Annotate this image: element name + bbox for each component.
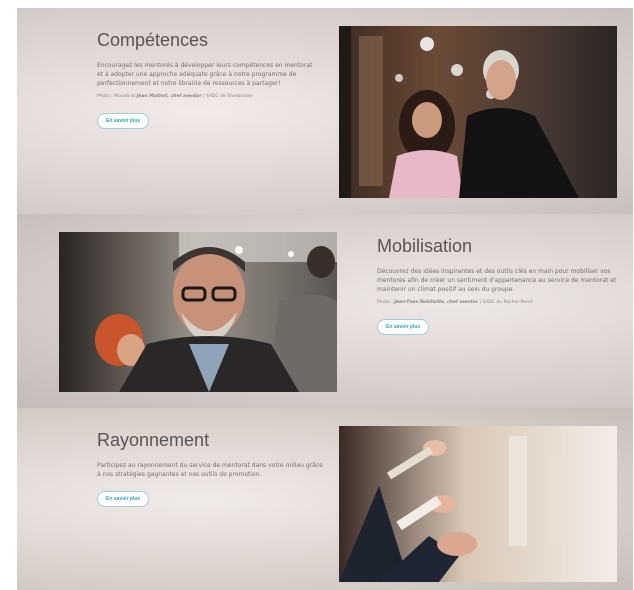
competences-section: Compétences Encouragez les mentorés à dé… [17, 8, 633, 214]
smiling-man-photo-image [59, 232, 337, 392]
competences-description: Encouragez les mentorés à développer leu… [97, 62, 313, 87]
competences-photo-credit: Photo : Mouda et Jean Mathot, chef mento… [97, 94, 253, 99]
two-people-photo-image [339, 26, 617, 198]
competences-title: Compétences [97, 30, 209, 50]
competences-text-block: Compétences Encouragez les mentorés à dé… [97, 30, 317, 129]
competences-learn-more-button[interactable]: En savoir plus [97, 113, 150, 129]
mobilisation-photo [59, 232, 337, 392]
rayonnement-section: Rayonnement Participez au rayonnement du… [17, 408, 633, 590]
mobilisation-text-block: Mobilisation Découvrez des idées inspira… [377, 236, 617, 335]
rayonnement-learn-more-button[interactable]: En savoir plus [97, 491, 150, 507]
rayonnement-title: Rayonnement [97, 430, 210, 450]
rayonnement-photo [339, 426, 617, 582]
mobilisation-learn-more-button[interactable]: En savoir plus [377, 319, 430, 335]
competences-photo [339, 26, 617, 198]
mobilisation-photo-credit: Photo : Jean-Yves Robitaille, chef mento… [377, 300, 533, 305]
mobilisation-description: Découvrez des idées inspirantes et des o… [377, 268, 617, 293]
rayonnement-description: Participez au rayonnement du service de … [97, 462, 323, 478]
mobilisation-section: Mobilisation Découvrez des idées inspira… [17, 214, 633, 408]
applause-photo-image [339, 426, 617, 582]
rayonnement-text-block: Rayonnement Participez au rayonnement du… [97, 430, 327, 507]
mobilisation-title: Mobilisation [377, 236, 473, 256]
